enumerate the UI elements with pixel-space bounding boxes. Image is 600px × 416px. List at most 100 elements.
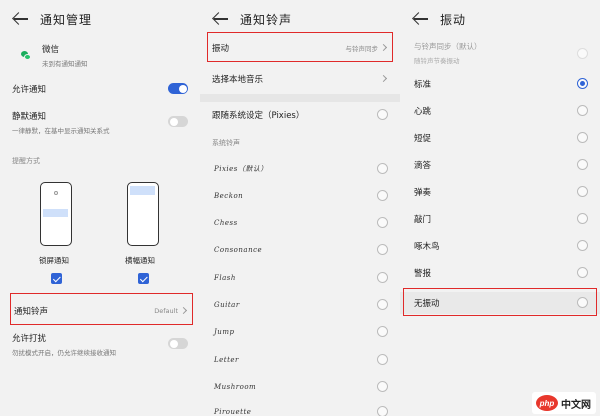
tone-radio[interactable] xyxy=(377,190,388,201)
page-title: 通知铃声 xyxy=(240,12,293,27)
tone-item[interactable]: Guitar xyxy=(200,295,400,315)
vibration-option[interactable]: 啄木鸟 xyxy=(400,236,600,256)
vibration-option[interactable]: 标准 xyxy=(400,74,600,94)
vibration-option[interactable]: 敲门 xyxy=(400,209,600,229)
notification-sound-panel: 通知铃声 振动 与铃声同步 选择本地音乐 跟随系统设定（Pixies） 系统铃声… xyxy=(200,0,400,416)
vibration-option-label: 敲门 xyxy=(414,215,432,225)
vibration-option[interactable]: 滴答 xyxy=(400,155,600,175)
tone-label: Pirouette xyxy=(214,408,252,416)
follow-system-radio[interactable] xyxy=(377,109,388,120)
vibration-option-label: 啄木鸟 xyxy=(414,242,440,252)
tone-item[interactable]: Pixies（默认） xyxy=(200,159,400,179)
back-arrow-icon[interactable] xyxy=(412,10,430,28)
watermark-text: 中文网 xyxy=(561,399,591,411)
follow-system-label: 跟随系统设定（Pixies） xyxy=(212,111,305,121)
allow-disturb-toggle[interactable] xyxy=(168,338,188,349)
sync-desc: 随铃声节奏振动 xyxy=(414,57,460,65)
vibration-option-label: 警报 xyxy=(414,269,432,279)
page-title: 振动 xyxy=(440,12,467,27)
reminder-style-section: 提醒方式 xyxy=(0,154,200,168)
chevron-right-icon xyxy=(379,74,388,83)
tone-label: Pixies（默认） xyxy=(214,165,268,173)
tone-radio[interactable] xyxy=(377,406,388,416)
banner-phone-illustration xyxy=(127,182,159,246)
vibration-option-radio[interactable] xyxy=(577,186,588,197)
vibration-option-radio[interactable] xyxy=(577,213,588,224)
tone-item[interactable]: Consonance xyxy=(200,240,400,260)
lockscreen-style-label: 锁屏通知 xyxy=(39,256,69,265)
vibration-option[interactable]: 弹奏 xyxy=(400,182,600,202)
vibration-option-radio[interactable] xyxy=(577,240,588,251)
tone-radio[interactable] xyxy=(377,217,388,228)
lockscreen-phone-illustration xyxy=(40,182,72,246)
notification-management-panel: 通知管理 微信 未到有通知通知 允许通知 静默通知 一律静默，在基中显示通知关系… xyxy=(0,0,200,416)
allow-disturb-desc: 勿扰模式开启，仍允许继续接收通知 xyxy=(12,348,116,357)
back-arrow-icon[interactable] xyxy=(212,10,230,28)
tone-label: Consonance xyxy=(214,246,263,254)
reminder-style-heading: 提醒方式 xyxy=(12,157,40,165)
allow-disturb-label: 允许打扰 xyxy=(12,333,47,344)
vibration-option[interactable]: 心跳 xyxy=(400,101,600,121)
vibration-option-label: 心跳 xyxy=(414,107,432,117)
php-logo-icon: php xyxy=(536,395,558,411)
tone-radio[interactable] xyxy=(377,354,388,365)
vibration-option-radio[interactable] xyxy=(577,159,588,170)
tone-radio[interactable] xyxy=(377,163,388,174)
banner-style-label: 横幅通知 xyxy=(125,256,155,265)
back-arrow-icon[interactable] xyxy=(12,10,30,28)
vibration-option-label: 滴答 xyxy=(414,161,432,171)
allow-notifications-label: 允许通知 xyxy=(12,85,47,95)
panel3-header: 振动 xyxy=(400,0,600,38)
tone-item[interactable]: Flash xyxy=(200,268,400,288)
follow-system-row[interactable]: 跟随系统设定（Pixies） xyxy=(200,104,400,126)
panel1-header: 通知管理 xyxy=(0,0,200,38)
tone-item[interactable]: Chess xyxy=(200,213,400,233)
tone-item[interactable]: Beckon xyxy=(200,186,400,206)
silent-notifications-label: 静默通知 xyxy=(12,111,47,122)
vibration-option-radio[interactable] xyxy=(577,105,588,116)
page-title: 通知管理 xyxy=(40,12,93,27)
allow-notifications-row[interactable]: 允许通知 xyxy=(0,78,200,100)
vibration-option[interactable]: 警报 xyxy=(400,263,600,283)
allow-notifications-toggle[interactable] xyxy=(168,83,188,94)
vibration-option[interactable]: 短促 xyxy=(400,128,600,148)
sync-label: 与铃声同步（默认） xyxy=(414,42,482,51)
vibration-option-radio[interactable] xyxy=(577,132,588,143)
tone-item[interactable]: Mushroom xyxy=(200,377,400,397)
sync-with-ringtone-row[interactable]: 与铃声同步（默认） 随铃声节奏振动 xyxy=(400,40,600,66)
vibration-option-label: 标准 xyxy=(414,80,432,90)
allow-disturb-row[interactable]: 允许打扰 勿扰模式开启，仍允许继续接收通知 xyxy=(0,330,200,358)
tone-radio[interactable] xyxy=(377,272,388,283)
lockscreen-style-checkbox[interactable] xyxy=(51,273,62,284)
silent-notifications-row[interactable]: 静默通知 一律静默，在基中显示通知关系式 xyxy=(0,106,200,138)
tone-label: Guitar xyxy=(214,301,240,309)
vibration-option-label: 短促 xyxy=(414,134,432,144)
tone-item[interactable]: Pirouette xyxy=(200,402,400,416)
highlight-box xyxy=(403,288,597,316)
sync-radio[interactable] xyxy=(577,48,588,59)
system-tones-heading: 系统铃声 xyxy=(212,139,240,147)
section-divider xyxy=(200,94,400,102)
tone-radio[interactable] xyxy=(377,299,388,310)
tone-item[interactable]: Jump xyxy=(200,322,400,342)
tone-label: Mushroom xyxy=(214,383,257,391)
highlight-box xyxy=(207,32,393,62)
system-tones-section: 系统铃声 xyxy=(200,136,400,150)
tone-item[interactable]: Letter xyxy=(200,350,400,370)
silent-notifications-toggle[interactable] xyxy=(168,116,188,127)
site-watermark: php 中文网 xyxy=(532,392,596,414)
silent-notifications-desc: 一律静默，在基中显示通知关系式 xyxy=(12,126,110,135)
banner-style-checkbox[interactable] xyxy=(138,273,149,284)
tone-radio[interactable] xyxy=(377,244,388,255)
local-music-row[interactable]: 选择本地音乐 xyxy=(200,68,400,90)
local-music-label: 选择本地音乐 xyxy=(212,75,264,85)
tone-radio[interactable] xyxy=(377,326,388,337)
tone-label: Flash xyxy=(214,274,236,282)
tone-label: Jump xyxy=(214,328,235,336)
vibration-option-radio[interactable] xyxy=(577,267,588,278)
vibration-option-radio-selected[interactable] xyxy=(577,78,588,89)
vibration-panel: 振动 与铃声同步（默认） 随铃声节奏振动 标准 心跳 短促 滴答 弹奏 敲门 啄… xyxy=(400,0,600,416)
highlight-box xyxy=(10,293,193,325)
tone-radio[interactable] xyxy=(377,381,388,392)
tone-label: Letter xyxy=(214,356,239,364)
